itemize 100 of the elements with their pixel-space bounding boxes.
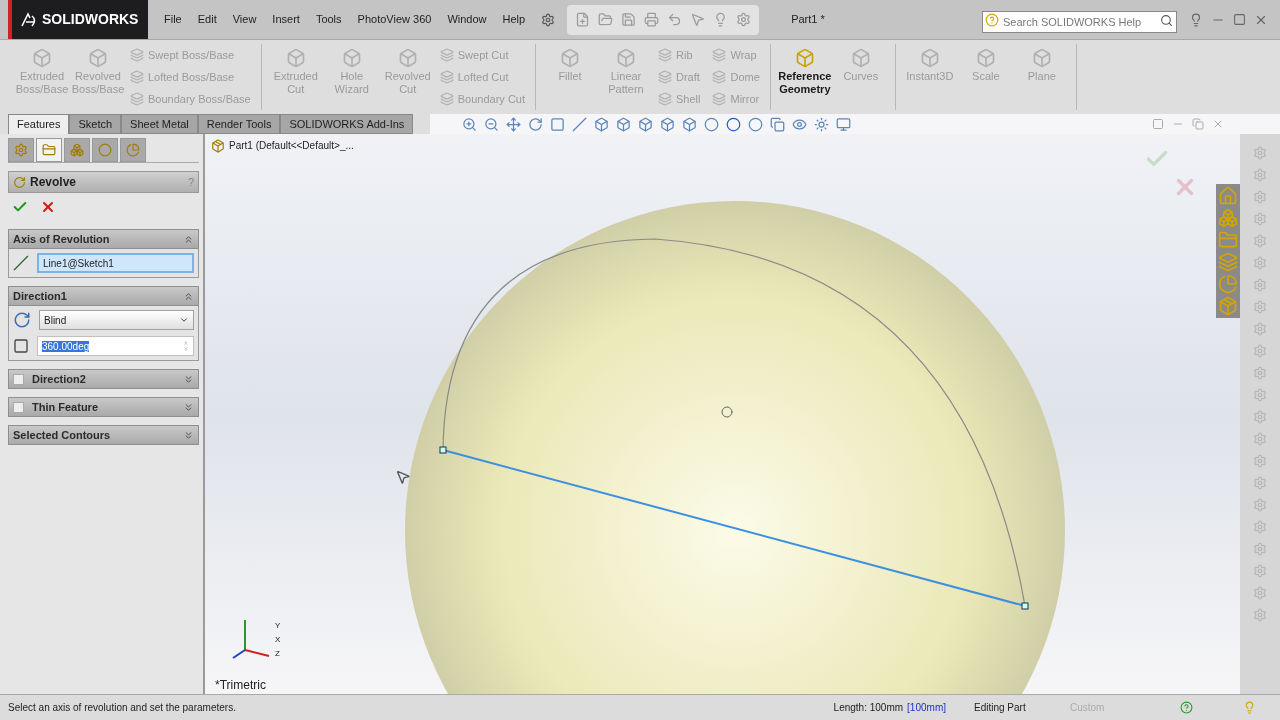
tool-icon[interactable] <box>1253 168 1267 182</box>
help-icon[interactable] <box>1180 701 1193 714</box>
command-tab[interactable]: Sheet Metal <box>121 114 198 134</box>
task-pane-icon[interactable] <box>1218 208 1238 228</box>
tool-icon[interactable] <box>1253 278 1267 292</box>
section-header[interactable]: Direction1 <box>8 286 199 306</box>
maximize-icon[interactable] <box>1233 13 1246 26</box>
toolbar-icon[interactable] <box>621 12 637 27</box>
menu-item[interactable]: Edit <box>197 11 217 28</box>
app-logo: SOLIDWORKS <box>8 0 148 39</box>
section-header[interactable]: Thin Feature <box>8 397 199 417</box>
tool-icon[interactable] <box>1253 476 1267 490</box>
view-toolbar-icon[interactable] <box>616 116 631 132</box>
help-button[interactable]: ? <box>187 173 194 191</box>
tile-icon[interactable] <box>1152 118 1164 130</box>
view-toolbar-icon[interactable] <box>682 116 697 132</box>
rebuild-icon[interactable] <box>1243 701 1256 714</box>
feature-tree-item[interactable]: Part1 (Default<<Default>_... <box>229 138 354 153</box>
view-toolbar-icon[interactable] <box>550 116 565 132</box>
reverse-direction-icon[interactable] <box>13 311 31 329</box>
tool-icon[interactable] <box>1253 146 1267 160</box>
tool-icon[interactable] <box>1253 410 1267 424</box>
panel-tab[interactable] <box>120 138 146 162</box>
view-toolbar-icon[interactable] <box>748 116 763 132</box>
tool-icon[interactable] <box>1253 608 1267 622</box>
restore-icon[interactable] <box>1192 118 1204 130</box>
task-pane-icon[interactable] <box>1218 252 1238 272</box>
spin-arrows-icon[interactable] <box>183 340 189 352</box>
command-tab[interactable]: Features <box>8 114 70 134</box>
view-toolbar-icon[interactable] <box>572 116 587 132</box>
tips-icon[interactable] <box>1189 12 1203 27</box>
menu-item[interactable]: Tools <box>315 11 342 28</box>
view-toolbar-icon[interactable] <box>638 116 653 132</box>
menu-item[interactable]: Window <box>447 11 487 28</box>
section-checkbox[interactable] <box>13 373 24 385</box>
view-toolbar-icon[interactable] <box>726 116 741 132</box>
command-tab[interactable]: SOLIDWORKS Add-Ins <box>280 114 414 134</box>
tool-icon[interactable] <box>1253 190 1267 204</box>
end-condition-select[interactable]: Blind <box>39 310 194 330</box>
tool-icon[interactable] <box>1253 520 1267 534</box>
tool-icon[interactable] <box>1253 498 1267 512</box>
panel-tab[interactable] <box>36 138 62 162</box>
tool-icon[interactable] <box>1253 366 1267 380</box>
toolbar-icon[interactable] <box>736 12 752 27</box>
triad-label: Y <box>275 620 281 632</box>
section-header[interactable]: Axis of Revolution <box>8 229 199 249</box>
menu-item[interactable]: PhotoView 360 <box>357 11 432 28</box>
tool-icon[interactable] <box>1253 388 1267 402</box>
tool-icon[interactable] <box>1253 212 1267 226</box>
toolbar-icon[interactable] <box>598 12 614 27</box>
angle-field[interactable]: 360.00deg <box>37 336 194 356</box>
tool-icon[interactable] <box>1253 234 1267 248</box>
command-tab[interactable]: Sketch <box>69 114 122 134</box>
panel-tab[interactable] <box>64 138 90 162</box>
section-header[interactable]: Selected Contours <box>8 425 199 445</box>
task-pane-icon[interactable] <box>1218 186 1238 206</box>
tool-icon[interactable] <box>1253 564 1267 578</box>
menu-item[interactable]: Help <box>502 11 526 28</box>
section-checkbox[interactable] <box>13 401 24 413</box>
menu-item[interactable]: View <box>232 11 257 28</box>
tool-icon[interactable] <box>1253 344 1267 358</box>
view-toolbar-icon[interactable] <box>704 116 719 132</box>
tool-icon[interactable] <box>1253 542 1267 556</box>
tool-icon[interactable] <box>1253 256 1267 270</box>
view-toolbar-icon[interactable] <box>528 116 543 132</box>
view-toolbar-icon[interactable] <box>836 116 851 132</box>
search-field[interactable]: Search SOLIDWORKS Help <box>982 10 1177 33</box>
tool-icon[interactable] <box>1253 432 1267 446</box>
panel-tab[interactable] <box>92 138 118 162</box>
view-toolbar-icon[interactable] <box>660 116 675 132</box>
toolbar-icon[interactable] <box>644 12 660 27</box>
view-toolbar-icon[interactable] <box>462 116 477 132</box>
toolbar-icon[interactable] <box>690 12 706 27</box>
view-toolbar-icon[interactable] <box>506 116 521 132</box>
ribbon-button[interactable]: Reference Geometry <box>778 44 831 96</box>
view-toolbar-icon[interactable] <box>594 116 609 132</box>
task-pane-icon[interactable] <box>1218 296 1238 316</box>
axis-field[interactable]: Line1@Sketch1 <box>37 253 194 273</box>
close-icon[interactable] <box>1212 118 1224 130</box>
menu-item[interactable]: File <box>164 11 182 28</box>
task-pane-icon[interactable] <box>1218 230 1238 250</box>
view-toolbar-icon[interactable] <box>484 116 499 132</box>
section-header[interactable]: Direction2 <box>8 369 199 389</box>
tool-icon[interactable] <box>1253 586 1267 600</box>
view-toolbar-icon[interactable] <box>792 116 807 132</box>
toolbar-icon[interactable] <box>667 12 683 27</box>
panel-tab-icon <box>14 143 28 157</box>
tool-icon[interactable] <box>1253 300 1267 314</box>
view-toolbar-icon[interactable] <box>770 116 785 132</box>
panel-tab-icon <box>98 143 112 157</box>
toolbar-icon[interactable] <box>575 12 591 27</box>
tool-icon[interactable] <box>1253 454 1267 468</box>
command-tab[interactable]: Render Tools <box>197 114 281 134</box>
graphics-area[interactable]: Part1 (Default<<Default>_... Y X Z *Trimetric <box>205 134 1240 694</box>
menu-item[interactable]: Insert <box>272 11 300 28</box>
task-pane-icon[interactable] <box>1218 274 1238 294</box>
panel-tab[interactable] <box>8 138 34 162</box>
cancel-icon[interactable] <box>40 199 56 215</box>
view-toolbar-icon[interactable] <box>814 116 829 132</box>
tool-icon[interactable] <box>1253 322 1267 336</box>
